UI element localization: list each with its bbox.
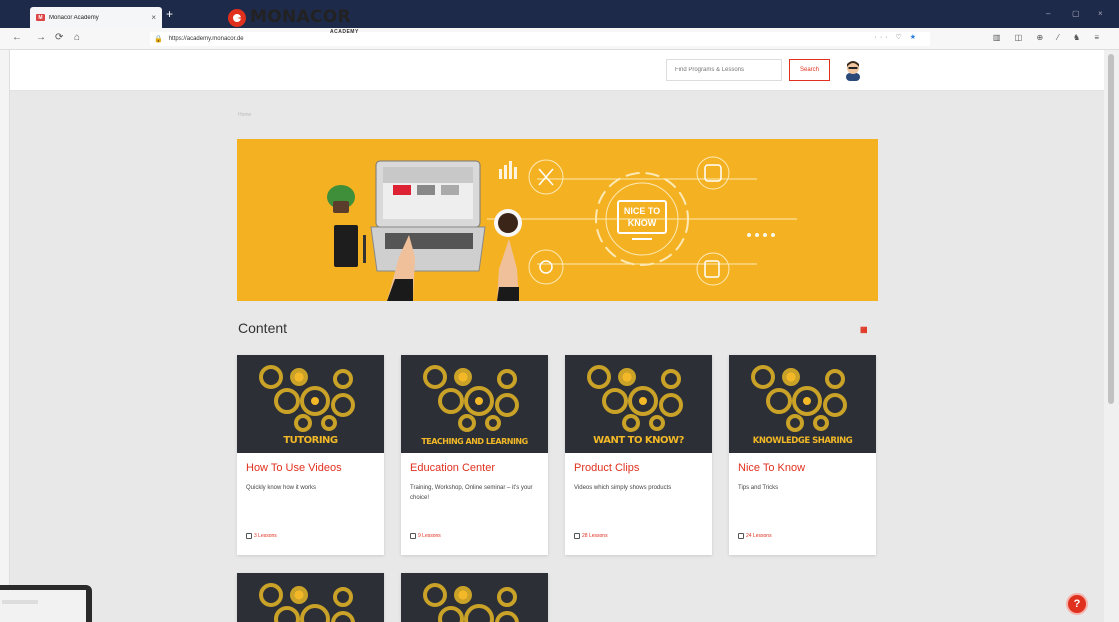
- browser-nav-bar: ← → ⟳ ⌂ 🔒 https://academy.monacor.de ···…: [0, 28, 1119, 50]
- logo-mark-icon: [228, 9, 246, 27]
- url-text: https://academy.monacor.de: [168, 36, 244, 42]
- close-window-icon[interactable]: ×: [1098, 9, 1103, 18]
- logo-subtitle: ACADEMY: [330, 29, 359, 35]
- site-header: [10, 50, 1104, 91]
- left-edge: [0, 50, 10, 622]
- svg-text:KNOW: KNOW: [628, 218, 657, 228]
- gears-icon: [423, 365, 519, 432]
- minimize-icon[interactable]: –: [1046, 9, 1050, 18]
- device-corner-overlay: [0, 585, 92, 622]
- lesson-icon: [738, 533, 744, 539]
- close-tab-icon[interactable]: ×: [151, 13, 156, 22]
- card-description: Quickly know how it works: [246, 485, 317, 491]
- toolbar-icons[interactable]: ▥ ◫ ⊕ ⁄ ♞ ≡: [993, 33, 1105, 42]
- card-description: Training, Workshop, Online seminar – it'…: [410, 485, 533, 501]
- lock-icon: 🔒: [154, 36, 163, 43]
- gears-icon: [259, 583, 355, 622]
- back-icon[interactable]: ←: [12, 32, 22, 44]
- device-bar: [2, 600, 38, 604]
- card-lessons: 24 Lessons: [738, 533, 772, 539]
- card-thumbnail: TEACHING AND LEARNING: [401, 355, 548, 453]
- restore-icon[interactable]: ▢: [1072, 9, 1080, 18]
- card-banner: TUTORING: [283, 435, 338, 446]
- gears-icon: [259, 365, 355, 432]
- gears-icon: [587, 365, 683, 432]
- card-lessons: 28 Lessons: [574, 533, 608, 539]
- course-card[interactable]: TEACHING AND LEARNING Education Center T…: [401, 355, 548, 555]
- card-description: Tips and Tricks: [738, 485, 779, 491]
- card-lessons: 9 Lessons: [410, 533, 441, 539]
- card-title[interactable]: Nice To Know: [738, 462, 805, 474]
- card-banner: WANT TO KNOW?: [593, 435, 684, 446]
- site-logo[interactable]: MONACOR ACADEMY: [228, 7, 358, 35]
- course-card[interactable]: [401, 573, 548, 622]
- search-input[interactable]: [666, 59, 782, 81]
- bookmark-star-icon[interactable]: ★: [910, 34, 919, 41]
- course-card[interactable]: TUTORING How To Use Videos Quickly know …: [237, 355, 384, 555]
- card-title[interactable]: Education Center: [410, 462, 495, 474]
- course-card[interactable]: KNOWLEDGE SHARING Nice To Know Tips and …: [729, 355, 876, 555]
- address-bar[interactable]: 🔒 https://academy.monacor.de: [150, 32, 930, 46]
- card-banner: TEACHING AND LEARNING: [421, 437, 528, 446]
- lesson-icon: [574, 533, 580, 539]
- lesson-icon: [246, 533, 252, 539]
- svg-text:NICE TO: NICE TO: [624, 206, 660, 216]
- scrollbar[interactable]: [1104, 50, 1119, 622]
- search-button[interactable]: Search: [789, 59, 830, 81]
- logo-name: MONACOR: [250, 7, 351, 27]
- card-thumbnail: [237, 573, 384, 622]
- course-card[interactable]: WANT TO KNOW? Product Clips Videos which…: [565, 355, 712, 555]
- favicon-icon: M: [36, 14, 45, 21]
- grid-view-icon[interactable]: ▦: [860, 325, 868, 334]
- card-description: Videos which simply shows products: [574, 485, 672, 491]
- new-tab-icon[interactable]: +: [166, 8, 173, 20]
- breadcrumb[interactable]: Home: [238, 112, 251, 118]
- tab-title: Monacor Academy: [49, 14, 99, 21]
- avatar[interactable]: [843, 59, 863, 81]
- hero-illustration: NICE TO KNOW: [327, 156, 797, 301]
- reload-icon[interactable]: ⟳: [55, 32, 63, 44]
- browser-tab-bar: M Monacor Academy × + – ▢ ×: [0, 0, 1119, 28]
- card-banner: KNOWLEDGE SHARING: [752, 436, 853, 446]
- course-card[interactable]: [237, 573, 384, 622]
- gears-icon: [423, 583, 519, 622]
- card-title[interactable]: How To Use Videos: [246, 462, 342, 474]
- scrollbar-thumb[interactable]: [1108, 54, 1114, 404]
- card-thumbnail: WANT TO KNOW?: [565, 355, 712, 453]
- card-thumbnail: KNOWLEDGE SHARING: [729, 355, 876, 453]
- lesson-icon: [410, 533, 416, 539]
- hero-banner: NICE TO KNOW: [237, 139, 878, 301]
- card-thumbnail: TUTORING: [237, 355, 384, 453]
- card-lessons: 3 Lessons: [246, 533, 277, 539]
- browser-tab[interactable]: M Monacor Academy ×: [30, 7, 162, 28]
- card-title[interactable]: Product Clips: [574, 462, 639, 474]
- gears-icon: [751, 365, 847, 432]
- forward-icon[interactable]: →: [36, 32, 46, 44]
- help-button[interactable]: ?: [1066, 593, 1088, 615]
- device-screen: [0, 590, 86, 622]
- page-actions-icon[interactable]: ··· ♡ ★: [875, 33, 919, 41]
- home-icon[interactable]: ⌂: [74, 32, 80, 44]
- card-thumbnail: [401, 573, 548, 622]
- section-title: Content: [238, 320, 288, 336]
